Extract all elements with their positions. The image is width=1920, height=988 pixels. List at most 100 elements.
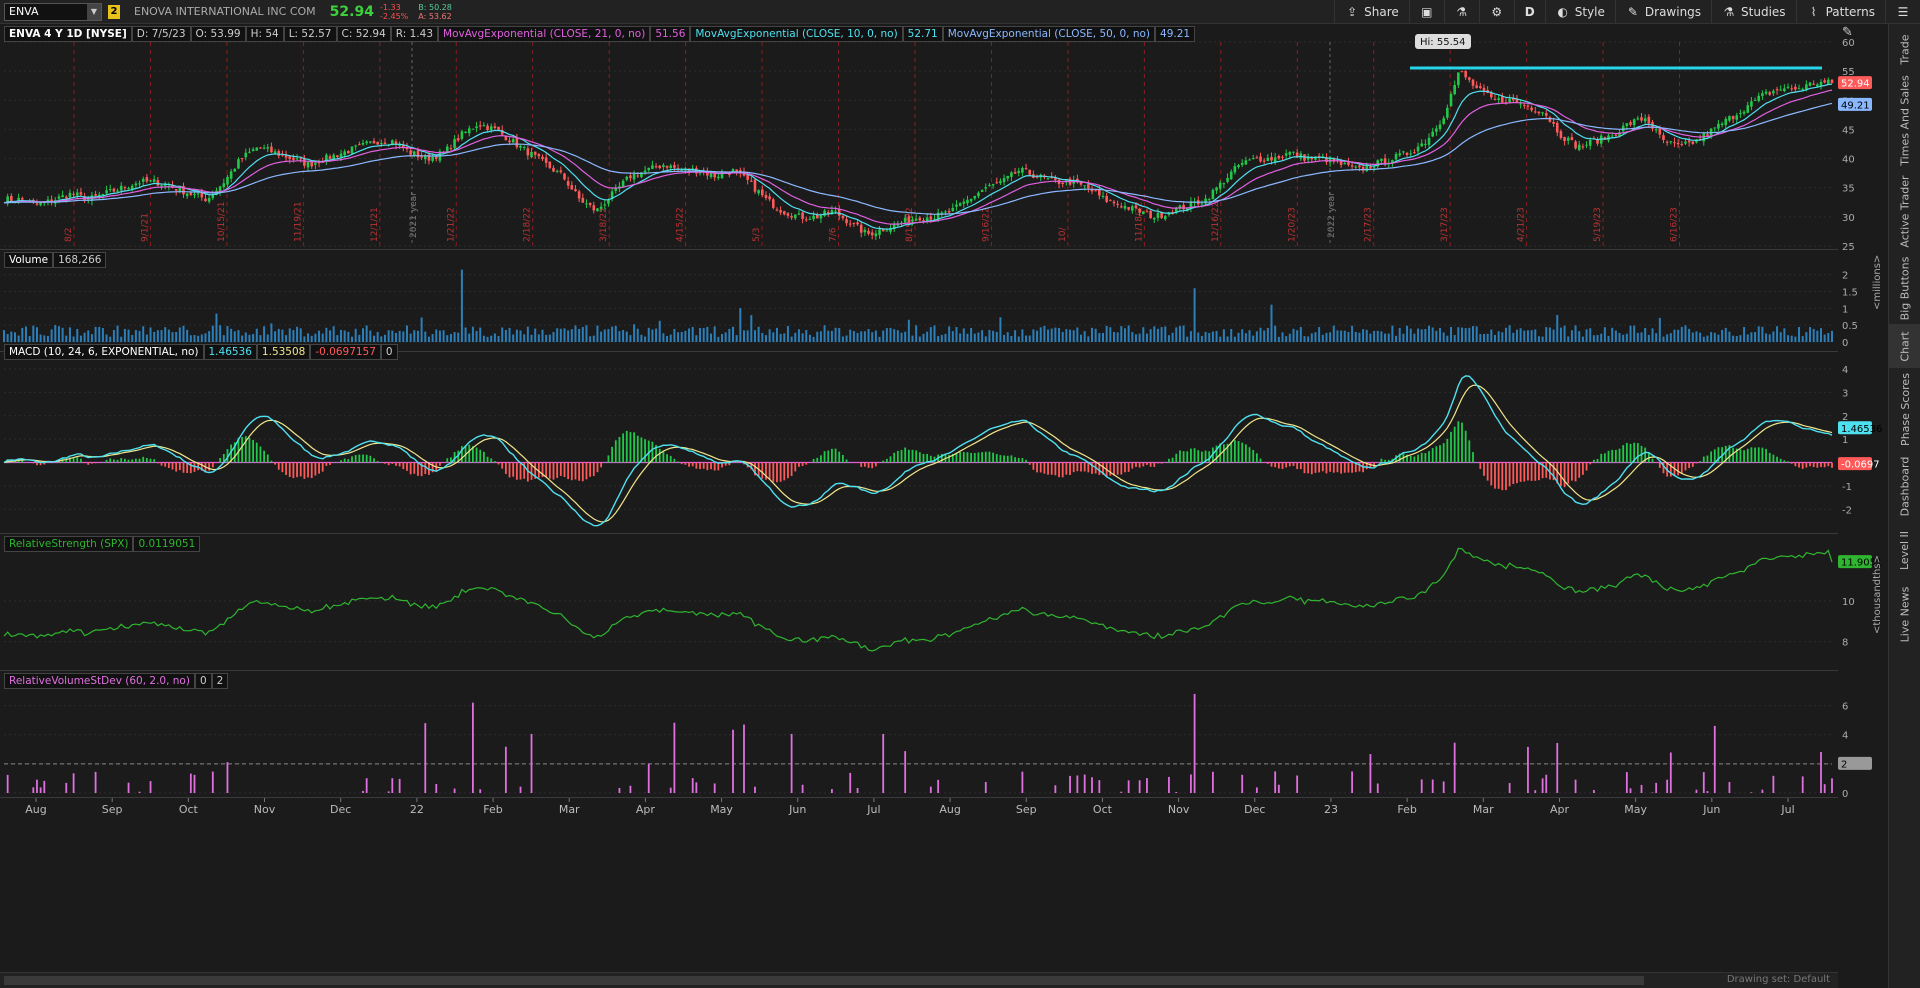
rail-tab-trade[interactable]: Trade <box>1889 28 1920 70</box>
candle-body <box>211 194 215 199</box>
macd-diff: -0.0697157 <box>310 344 381 360</box>
y-tick-label: 10 <box>1842 597 1855 608</box>
candle-body <box>1662 135 1665 141</box>
candle-body <box>944 211 947 213</box>
candle-body <box>343 151 346 156</box>
candle-body <box>1614 134 1618 136</box>
patterns-button[interactable]: ⌇ Patterns <box>1795 0 1885 24</box>
candle-body <box>1647 116 1651 124</box>
candle-body <box>39 202 42 206</box>
candle-body <box>1120 206 1123 208</box>
rail-tab-big-buttons[interactable]: Big Buttons <box>1889 252 1920 324</box>
candle-body <box>947 210 951 213</box>
rail-tab-chart[interactable]: Chart <box>1889 324 1920 368</box>
studies-button[interactable]: ⚗ Studies <box>1711 0 1796 24</box>
candle-body <box>771 199 775 208</box>
candle-body <box>1046 178 1050 180</box>
candle-body <box>1438 124 1442 129</box>
candle-body <box>1493 99 1497 101</box>
candle-body <box>273 151 277 154</box>
ema10-line <box>3 83 1833 230</box>
candle-body <box>1581 146 1585 148</box>
rail-tab-level-ii[interactable]: Level II <box>1889 522 1920 578</box>
candle-body <box>1109 200 1112 202</box>
chart-area[interactable]: ENVA 4 Y 1D [NYSE] D: 7/5/23 O: 53.99 H:… <box>0 24 1883 972</box>
chart-scrollbar[interactable]: Drawing set: Default <box>0 972 1838 988</box>
candle-body <box>911 219 914 222</box>
candle-body <box>951 207 955 212</box>
x-tick-label: Dec <box>330 803 351 816</box>
rail-tab-active-trader[interactable]: Active Trader <box>1889 170 1920 252</box>
candle-body <box>1746 105 1750 113</box>
rel-volume-stdev-pane[interactable]: RelativeVolumeStDev (60, 2.0, no) 0 2 6 4… <box>0 671 1872 800</box>
flask-icon: ⚗ <box>1456 4 1468 19</box>
rail-tab-live-news[interactable]: Live News <box>1889 578 1920 650</box>
rail-tab-times-and-sales[interactable]: Times And Sales <box>1889 70 1920 170</box>
period-button[interactable]: D <box>1513 0 1545 24</box>
drawings-button[interactable]: ✎ Drawings <box>1614 0 1711 24</box>
flask-button[interactable]: ⚗ <box>1443 0 1479 24</box>
candle-body <box>383 142 387 145</box>
candle-body <box>196 193 200 195</box>
candle-body <box>793 214 797 219</box>
symbol-input[interactable]: ENVA ▼ <box>4 2 102 21</box>
y-tick-label: 4 <box>1842 365 1848 376</box>
candle-body <box>1739 113 1742 115</box>
macd-pane[interactable]: MACD (10, 24, 6, EXPONENTIAL, no) 1.4653… <box>0 342 1882 534</box>
candle-body <box>519 145 522 148</box>
earnings-date-label: 6/16/23 <box>1670 207 1680 242</box>
candle-body <box>266 147 270 149</box>
candle-body <box>1541 112 1544 114</box>
y-tick-label: 3 <box>1842 388 1848 399</box>
candle-body <box>259 147 262 149</box>
candle-body <box>1405 152 1409 155</box>
macd-signal-line <box>3 384 1833 523</box>
drawing-set-label[interactable]: Drawing set: Default <box>1727 974 1830 985</box>
settings-button[interactable]: ⚙ <box>1478 0 1514 24</box>
x-tick-label: 22 <box>410 803 424 816</box>
ema21-value: 51.56 <box>650 26 691 42</box>
volume-pane[interactable]: Volume 168,266 2 1.5 1 0.5 0 <millions> <box>0 250 1883 352</box>
ema21-label[interactable]: MovAvgExponential (CLOSE, 21, 0, no) <box>438 26 651 42</box>
candle-body <box>295 158 299 160</box>
candle-body <box>1350 165 1354 167</box>
style-button[interactable]: ◐ Style <box>1544 0 1615 24</box>
candle-body <box>1761 93 1764 97</box>
candle-body <box>226 176 229 185</box>
rvsd-chart-svg: 64202 <box>4 693 1872 800</box>
rail-tab-phase-scores[interactable]: Phase Scores <box>1889 368 1920 450</box>
candle-body <box>1215 187 1218 191</box>
candle-body <box>1764 91 1768 94</box>
snapshot-button[interactable]: ▣ <box>1408 0 1444 24</box>
macd-title: MACD (10, 24, 6, EXPONENTIAL, no) <box>4 344 204 360</box>
candle-body <box>1742 111 1746 114</box>
menu-button[interactable]: ☰ <box>1885 0 1920 24</box>
share-button[interactable]: ⇪ Share <box>1334 0 1409 24</box>
candle-body <box>1398 153 1402 156</box>
range-readout: R: 1.43 <box>390 26 439 42</box>
rail-tab-dashboard[interactable]: Dashboard <box>1889 450 1920 522</box>
y-tick-label: 1.5 <box>1842 288 1858 299</box>
candle-body <box>1222 183 1226 185</box>
candle-body <box>1277 155 1281 159</box>
candle-body <box>662 165 665 167</box>
ema10-label[interactable]: MovAvgExponential (CLOSE, 10, 0, no) <box>690 26 903 42</box>
candle-body <box>1226 178 1229 182</box>
candle-body <box>1002 178 1006 183</box>
relative-strength-pane[interactable]: RelativeStrength (SPX) 0.0119051 10 8 11.9… <box>0 534 1883 671</box>
candle-body <box>823 210 826 216</box>
price-change: -1.33 -2.45% <box>379 2 409 21</box>
candle-body <box>277 151 281 156</box>
candle-body <box>145 177 149 182</box>
chevron-down-icon[interactable]: ▼ <box>87 3 101 20</box>
scrollbar-thumb[interactable] <box>4 976 1644 985</box>
y-tick-label: 4 <box>1842 731 1848 742</box>
candle-body <box>1570 137 1574 141</box>
link-group-badge[interactable]: 2 <box>108 4 120 19</box>
ema50-label[interactable]: MovAvgExponential (CLOSE, 50, 0, no) <box>942 26 1156 42</box>
price-pane[interactable]: ENVA 4 Y 1D [NYSE] D: 7/5/23 O: 53.99 H:… <box>0 24 1872 253</box>
y-tick-label: 35 <box>1842 184 1855 195</box>
candle-body <box>581 197 585 203</box>
x-tick-label: Jul <box>866 803 880 816</box>
candle-body <box>1669 141 1673 143</box>
